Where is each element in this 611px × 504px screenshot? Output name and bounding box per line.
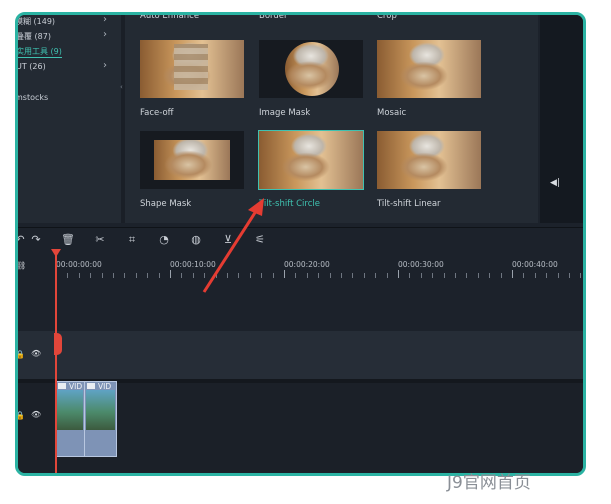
arrow-head [248,198,264,216]
watermark: J9官网首页 [447,473,531,493]
arrow-shaft [202,207,260,293]
annotation-arrow [202,198,264,293]
